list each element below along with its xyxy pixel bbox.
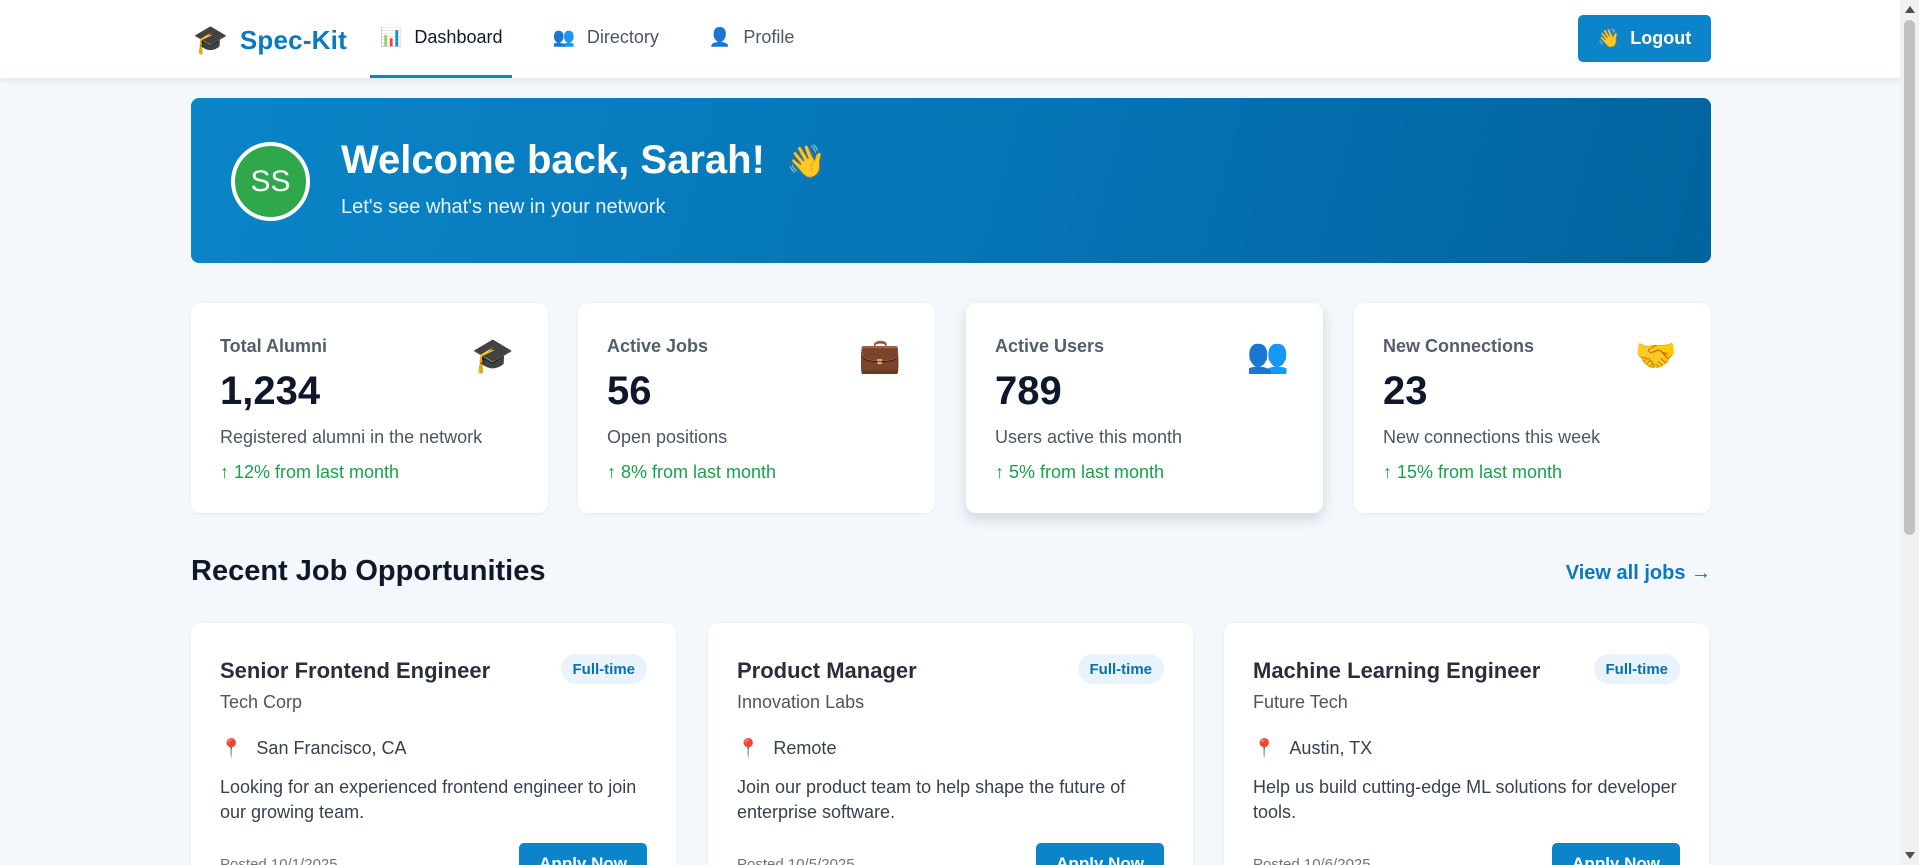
- tab-profile[interactable]: 👤 Profile: [699, 0, 804, 78]
- apply-now-button[interactable]: Apply Now: [1552, 843, 1680, 865]
- section-title-recent-jobs: Recent Job Opportunities: [191, 555, 546, 587]
- tab-directory[interactable]: 👥 Directory: [542, 0, 668, 78]
- stat-trend: ↑ 12% from last month: [220, 462, 400, 482]
- job-location-text: Austin, TX: [1289, 738, 1373, 758]
- job-company: Future Tech: [1253, 692, 1348, 712]
- scroll-down-arrow-icon[interactable]: [1905, 852, 1915, 859]
- brand[interactable]: 🎓 Spec-Kit: [193, 22, 347, 58]
- tab-label: Directory: [586, 27, 659, 47]
- stat-value: 56: [607, 369, 652, 413]
- scrollbar-thumb[interactable]: [1904, 20, 1915, 535]
- job-company: Tech Corp: [220, 692, 303, 712]
- waving-hand-icon: 👋: [786, 142, 827, 179]
- job-location: 📍 Austin, TX: [1253, 738, 1372, 759]
- tab-label: Profile: [743, 27, 795, 47]
- people-icon: 👥: [552, 27, 575, 47]
- waving-hand-icon: 👋: [1597, 28, 1621, 48]
- briefcase-icon: 💼: [858, 337, 901, 375]
- vertical-scrollbar[interactable]: [1900, 0, 1919, 865]
- scroll-up-arrow-icon[interactable]: [1905, 6, 1915, 13]
- stat-trend: ↑ 15% from last month: [1383, 462, 1563, 482]
- job-card[interactable]: Product Manager Full-time Innovation Lab…: [708, 623, 1193, 865]
- logout-button[interactable]: 👋 Logout: [1578, 15, 1711, 62]
- apply-now-button[interactable]: Apply Now: [519, 843, 647, 865]
- welcome-text: Welcome back, Sarah!: [341, 138, 765, 182]
- job-card[interactable]: Machine Learning Engineer Full-time Futu…: [1224, 623, 1709, 865]
- stat-description: New connections this week: [1383, 427, 1601, 447]
- stat-trend: ↑ 5% from last month: [995, 462, 1165, 482]
- stat-card-total-alumni: Total Alumni 🎓 1,234 Registered alumni i…: [191, 303, 548, 513]
- job-title[interactable]: Product Manager: [737, 658, 917, 684]
- graduation-cap-icon: 🎓: [471, 337, 514, 375]
- location-pin-icon: 📍: [737, 738, 760, 758]
- stat-label: Active Users: [995, 336, 1105, 356]
- top-navbar: 🎓 Spec-Kit 📊 Dashboard 👥 Directory 👤 Pro…: [0, 0, 1900, 78]
- job-description: Looking for an experienced frontend engi…: [220, 777, 637, 822]
- stat-card-active-users: Active Users 👥 789 Users active this mon…: [966, 303, 1323, 513]
- job-posted-date: Posted 10/5/2025: [737, 856, 855, 865]
- stat-card-active-jobs: Active Jobs 💼 56 Open positions ↑ 8% fro…: [578, 303, 935, 513]
- job-type-badge: Full-time: [1593, 654, 1680, 684]
- job-posted-date: Posted 10/6/2025: [1253, 856, 1371, 865]
- job-location: 📍 Remote: [737, 738, 836, 759]
- stat-description: Registered alumni in the network: [220, 427, 483, 447]
- stat-card-new-connections: New Connections 🤝 23 New connections thi…: [1354, 303, 1711, 513]
- brand-name: Spec-Kit: [239, 24, 347, 55]
- stat-value: 1,234: [220, 369, 321, 413]
- person-icon: 👤: [708, 27, 732, 47]
- job-posted-date: Posted 10/1/2025: [220, 856, 338, 865]
- bar-chart-icon: 📊: [380, 27, 403, 47]
- tab-dashboard[interactable]: 📊 Dashboard: [370, 0, 513, 78]
- stat-trend: ↑ 8% from last month: [607, 462, 777, 482]
- logout-label: Logout: [1630, 28, 1692, 48]
- job-location-text: Remote: [773, 738, 837, 758]
- job-company: Innovation Labs: [737, 692, 865, 712]
- view-all-jobs-link[interactable]: View all jobs →: [1566, 562, 1711, 585]
- job-location: 📍 San Francisco, CA: [220, 738, 406, 759]
- stat-description: Users active this month: [995, 427, 1183, 447]
- people-icon: 👥: [1246, 337, 1289, 375]
- job-card[interactable]: Senior Frontend Engineer Full-time Tech …: [191, 623, 676, 865]
- avatar[interactable]: SS: [231, 142, 310, 221]
- job-description: Join our product team to help shape the …: [737, 777, 1126, 822]
- handshake-icon: 🤝: [1634, 337, 1677, 375]
- stat-description: Open positions: [607, 427, 728, 447]
- location-pin-icon: 📍: [1253, 738, 1276, 758]
- stat-value: 23: [1383, 369, 1428, 413]
- job-title[interactable]: Machine Learning Engineer: [1253, 658, 1540, 684]
- job-type-badge: Full-time: [1077, 654, 1164, 684]
- stat-value: 789: [995, 369, 1062, 413]
- job-description: Help us build cutting-edge ML solutions …: [1253, 777, 1677, 822]
- location-pin-icon: 📍: [220, 738, 243, 758]
- stat-label: Active Jobs: [607, 336, 709, 356]
- apply-now-button[interactable]: Apply Now: [1036, 843, 1164, 865]
- welcome-title: Welcome back, Sarah! 👋: [341, 138, 827, 183]
- graduation-cap-icon: 🎓: [193, 24, 228, 55]
- welcome-subtitle: Let's see what's new in your network: [341, 196, 666, 218]
- nav-tabs: 📊 Dashboard 👥 Directory 👤 Profile: [370, 0, 834, 78]
- stat-label: Total Alumni: [220, 336, 327, 356]
- welcome-banner: SS Welcome back, Sarah! 👋 Let's see what…: [191, 98, 1711, 263]
- tab-label: Dashboard: [414, 27, 503, 47]
- job-title[interactable]: Senior Frontend Engineer: [220, 658, 490, 684]
- job-location-text: San Francisco, CA: [256, 738, 407, 758]
- job-type-badge: Full-time: [560, 654, 647, 684]
- stat-label: New Connections: [1383, 336, 1535, 356]
